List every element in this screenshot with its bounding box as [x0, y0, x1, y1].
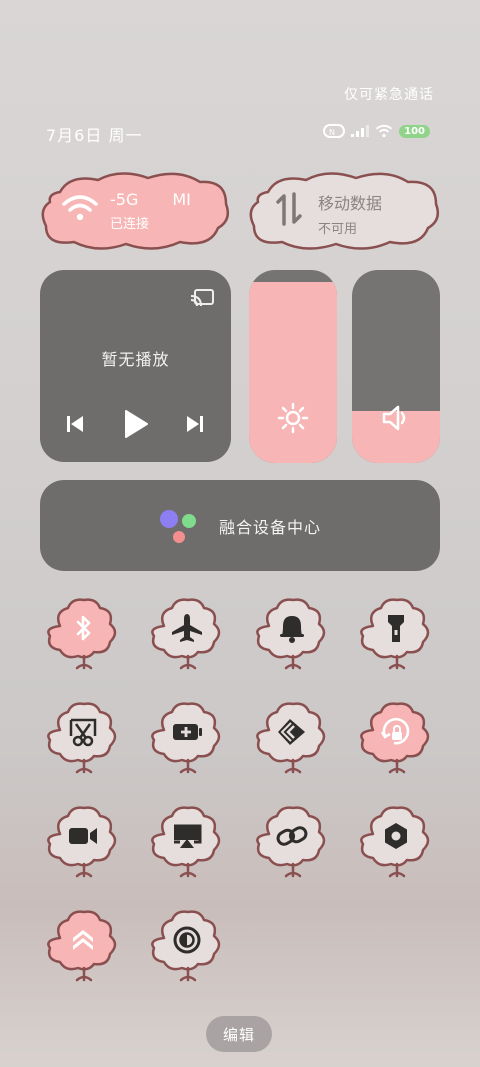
svg-text:N: N: [329, 128, 335, 137]
emergency-call-only-text: 仅可紧急通话: [344, 87, 434, 103]
volume-slider[interactable]: [352, 270, 440, 463]
wifi-status-icon: [376, 124, 393, 138]
screenshot-tile[interactable]: [44, 700, 124, 782]
edit-button[interactable]: 编辑: [206, 1016, 272, 1052]
next-track-icon[interactable]: [184, 413, 206, 435]
screen-cast-icon: [174, 824, 202, 848]
status-bar-icons: N 100: [323, 124, 430, 138]
rotation-lock-icon: [380, 717, 410, 745]
bluetooth-tile[interactable]: [44, 596, 124, 678]
battery-saver-tile[interactable]: [148, 700, 228, 782]
link-tile[interactable]: [253, 804, 333, 886]
dark-mode-icon: [173, 926, 201, 954]
screenshot-icon: [69, 718, 97, 747]
screen-cast-tile[interactable]: [148, 804, 228, 886]
link-icon: [276, 826, 308, 846]
mobile-data-icon: [276, 192, 302, 226]
play-icon[interactable]: [122, 408, 150, 440]
brightness-icon: [277, 402, 309, 434]
wifi-network-name: -5G MI: [110, 190, 191, 209]
cast-icon[interactable]: [189, 288, 215, 310]
performance-icon: [73, 930, 93, 950]
flashlight-icon: [388, 615, 404, 642]
settings-icon: [385, 823, 407, 849]
airplane-icon: [172, 614, 202, 642]
flashlight-tile[interactable]: [357, 596, 437, 678]
media-title: 暂无播放: [101, 350, 170, 369]
rotation-lock-tile[interactable]: [357, 700, 437, 782]
screen-record-icon: [69, 828, 97, 844]
performance-tile[interactable]: [44, 908, 124, 990]
media-player-card[interactable]: 暂无播放: [40, 270, 231, 462]
date-label: 7月6日 周一: [46, 126, 143, 145]
wifi-status-label: 已连接: [110, 217, 150, 232]
device-hub-logo-icon: [159, 509, 196, 543]
previous-track-icon[interactable]: [64, 413, 86, 435]
brightness-slider[interactable]: [249, 270, 337, 463]
bell-icon: [280, 616, 304, 643]
screen-record-tile[interactable]: [44, 804, 124, 886]
mobile-data-status: 不可用: [318, 222, 358, 237]
battery-indicator: 100: [399, 124, 430, 138]
device-hub-label: 融合设备中心: [218, 517, 321, 537]
battery-saver-icon: [173, 724, 202, 740]
airplane-tile[interactable]: [148, 596, 228, 678]
bluetooth-icon: [76, 615, 91, 641]
nfc-icon: N: [323, 124, 346, 138]
signal-icon: [351, 125, 370, 137]
mobile-data-label: 移动数据: [318, 194, 383, 213]
settings-tile[interactable]: [357, 804, 437, 886]
wifi-tile[interactable]: -5G MI 已连接: [40, 170, 230, 252]
volume-icon: [382, 405, 406, 431]
mobile-data-tile[interactable]: 移动数据 不可用: [248, 170, 440, 252]
wifi-icon: [62, 195, 98, 221]
brightness-fill: [249, 281, 337, 463]
share-tile[interactable]: [253, 700, 333, 782]
dark-mode-tile[interactable]: [148, 908, 228, 990]
share-icon: [278, 719, 305, 745]
bell-tile[interactable]: [253, 596, 333, 678]
device-hub-card[interactable]: 融合设备中心: [40, 480, 440, 571]
